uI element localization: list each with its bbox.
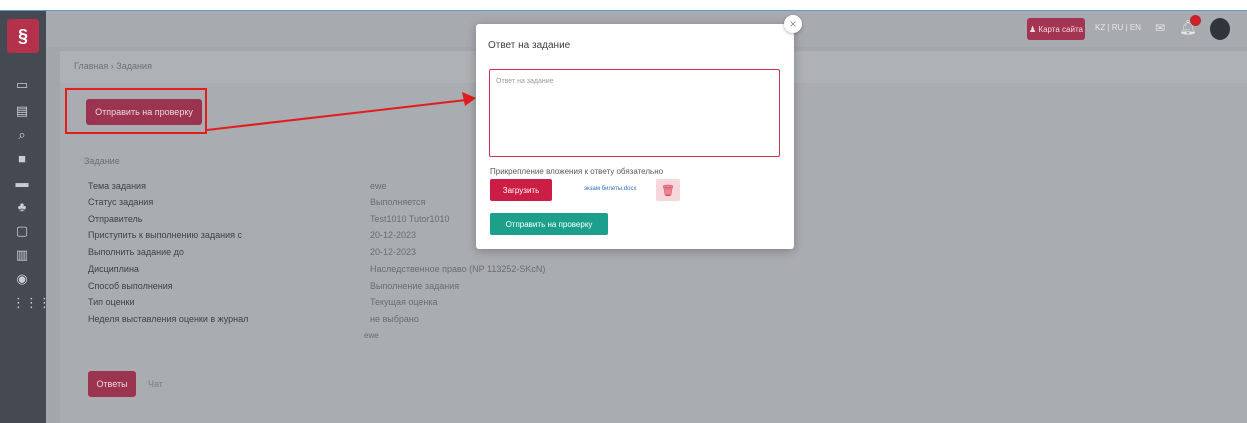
modal-title: Ответ на задание bbox=[488, 40, 571, 51]
sidebar: § ▭ ▤ ⌕ ■ ▬ ♣ ▢ ▥ ◉ ⋮⋮⋮ bbox=[0, 11, 51, 423]
field-value: не выбрано bbox=[370, 314, 419, 324]
field-value: Выполнение задания bbox=[370, 281, 460, 291]
folder-icon[interactable]: ▬ bbox=[12, 175, 32, 191]
logo[interactable]: § bbox=[7, 19, 39, 53]
attached-file-link[interactable]: экзам билеты.docx bbox=[584, 186, 636, 192]
field-value: Test1010 Tutor1010 bbox=[370, 214, 450, 224]
site-map-button[interactable]: ♟ Карта сайта bbox=[1027, 18, 1085, 40]
submit-review-button[interactable]: Отправить на проверку bbox=[490, 213, 608, 235]
id-card-icon[interactable]: ▥ bbox=[12, 247, 32, 263]
upload-button[interactable]: Загрузить bbox=[490, 179, 552, 201]
field-label: Тип оценки bbox=[88, 297, 135, 307]
mail-icon[interactable]: ✉ bbox=[1155, 21, 1165, 35]
grid-icon[interactable]: ⋮⋮⋮ bbox=[12, 295, 51, 311]
attach-note: Прикрепление вложения к ответу обязатель… bbox=[490, 167, 664, 176]
annotation-highlight-box bbox=[65, 88, 207, 134]
avatar[interactable] bbox=[1210, 18, 1230, 40]
field-row: Дисциплина Наследственное право (NP 1132… bbox=[88, 264, 648, 276]
field-label: Способ выполнения bbox=[88, 281, 173, 291]
search-doc-icon[interactable]: ⌕ bbox=[12, 127, 32, 143]
field-label: Неделя выставления оценки в журнал bbox=[88, 314, 249, 324]
book-icon[interactable]: ■ bbox=[12, 151, 32, 167]
field-label: Статус задания bbox=[88, 197, 154, 207]
extra-value: ewe bbox=[364, 331, 379, 340]
field-row: Тип оценки Текущая оценка bbox=[88, 297, 648, 309]
notification-badge bbox=[1190, 15, 1201, 26]
breadcrumb[interactable]: Главная › Задания bbox=[74, 61, 152, 71]
field-row: Неделя выставления оценки в журнал не вы… bbox=[88, 314, 648, 326]
field-value: ewe bbox=[370, 181, 387, 191]
field-label: Выполнить задание до bbox=[88, 247, 184, 257]
language-switcher[interactable]: KZ | RU | EN bbox=[1095, 23, 1141, 32]
clipboard-icon[interactable]: ▢ bbox=[12, 223, 32, 239]
certificate-icon[interactable]: ▤ bbox=[12, 103, 32, 119]
section-title: Задание bbox=[84, 156, 120, 166]
users-icon[interactable]: ♣ bbox=[12, 199, 32, 215]
answers-tab-button[interactable]: Ответы bbox=[88, 371, 136, 397]
site-map-label: Карта сайта bbox=[1038, 24, 1083, 34]
field-label: Отправитель bbox=[88, 214, 143, 224]
chat-tab[interactable]: Чат bbox=[148, 379, 163, 389]
close-icon[interactable]: × bbox=[784, 15, 802, 33]
field-label: Дисциплина bbox=[88, 264, 139, 274]
answer-input[interactable] bbox=[489, 69, 780, 157]
header-actions: ♟ Карта сайта KZ | RU | EN ✉ 🔔︎ bbox=[1027, 15, 1247, 40]
field-value: 20-12-2023 bbox=[370, 230, 417, 240]
field-row: Способ выполнения Выполнение задания bbox=[88, 281, 648, 293]
trash-icon[interactable]: 🗑︎ bbox=[656, 179, 680, 201]
field-value: 20-12-2023 bbox=[370, 247, 417, 257]
answer-modal: × Ответ на задание Прикрепление вложения… bbox=[476, 15, 802, 249]
field-value: Наследственное право (NP 113252-SKcN) bbox=[370, 264, 546, 274]
monitor-icon[interactable]: ▭ bbox=[12, 77, 32, 93]
webcam-icon[interactable]: ◉ bbox=[12, 271, 32, 287]
field-label: Тема задания bbox=[88, 181, 146, 191]
field-value: Текущая оценка bbox=[370, 297, 438, 307]
field-label: Приступить к выполнению задания с bbox=[88, 230, 243, 240]
field-value: Выполняется bbox=[370, 197, 426, 207]
